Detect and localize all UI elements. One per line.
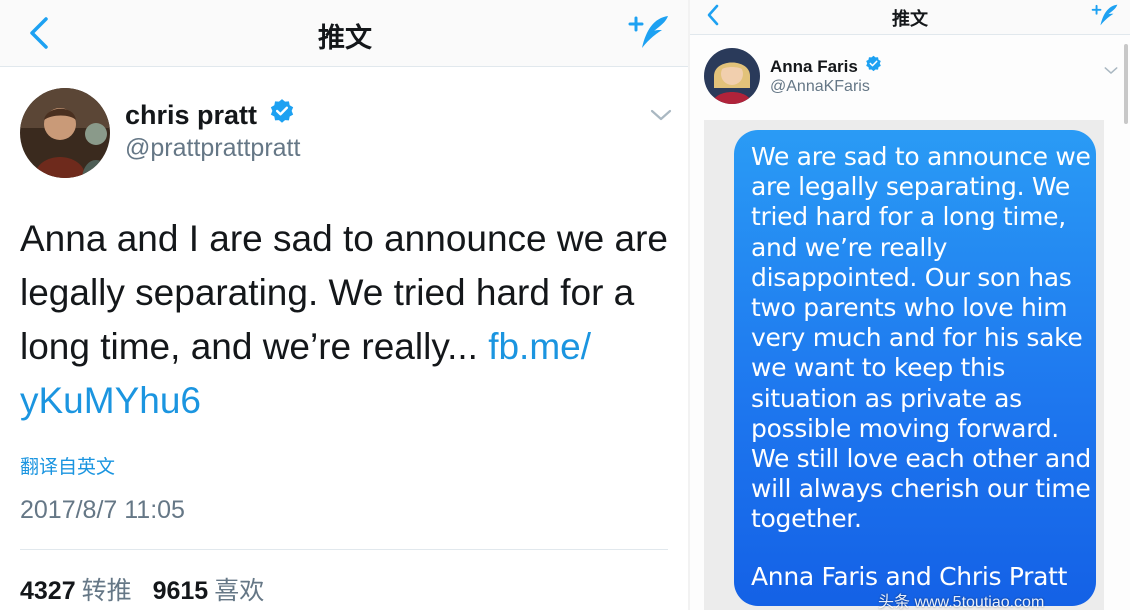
compose-tweet-icon[interactable]	[1090, 2, 1120, 33]
verified-badge-icon	[865, 55, 882, 77]
divider	[20, 549, 668, 550]
verified-badge-icon	[269, 98, 295, 131]
tweet-text: Anna and I are sad to announce we are le…	[20, 212, 670, 428]
retweets-label[interactable]: 转推	[82, 577, 132, 605]
watermark: 头条 www.5toutiao.com	[878, 594, 1045, 611]
message-bubble: We are sad to announce we are legally se…	[734, 130, 1096, 606]
tweet-stats: 4327 转推 9615 喜欢	[20, 571, 278, 607]
nav-title: 推文	[892, 9, 928, 29]
retweets-count[interactable]: 4327	[20, 577, 76, 605]
dropdown-caret-icon[interactable]	[1104, 62, 1118, 80]
display-name-text[interactable]: Anna Faris	[770, 57, 858, 76]
handle[interactable]: @prattprattpratt	[125, 134, 300, 163]
nav-title: 推文	[318, 23, 372, 53]
compose-tweet-icon[interactable]	[626, 12, 672, 57]
right-tweet-panel: 推文 Anna Faris @AnnaKFaris We are sad to …	[690, 0, 1130, 610]
avatar[interactable]	[20, 88, 110, 178]
display-name[interactable]: Anna Faris	[770, 55, 882, 77]
avatar[interactable]	[704, 48, 760, 104]
translate-link[interactable]: 翻译自英文	[20, 452, 115, 479]
dropdown-caret-icon[interactable]	[650, 108, 672, 127]
left-tweet-panel: 推文 chris pratt @prattprattpratt Anna and	[0, 0, 690, 610]
handle[interactable]: @AnnaKFaris	[770, 78, 870, 96]
display-name[interactable]: chris pratt	[125, 98, 295, 131]
nav-bar: 推文	[690, 0, 1130, 35]
scrollbar[interactable]	[1124, 44, 1128, 124]
likes-label[interactable]: 喜欢	[214, 577, 264, 605]
image-statement-text: We are sad to announce we are legally se…	[751, 142, 1091, 534]
likes-count[interactable]: 9615	[153, 577, 209, 605]
tweet-image[interactable]: We are sad to announce we are legally se…	[704, 120, 1104, 610]
display-name-text[interactable]: chris pratt	[125, 100, 257, 130]
timestamp: 2017/8/7 11:05	[20, 496, 185, 524]
nav-bar: 推文	[0, 0, 690, 67]
